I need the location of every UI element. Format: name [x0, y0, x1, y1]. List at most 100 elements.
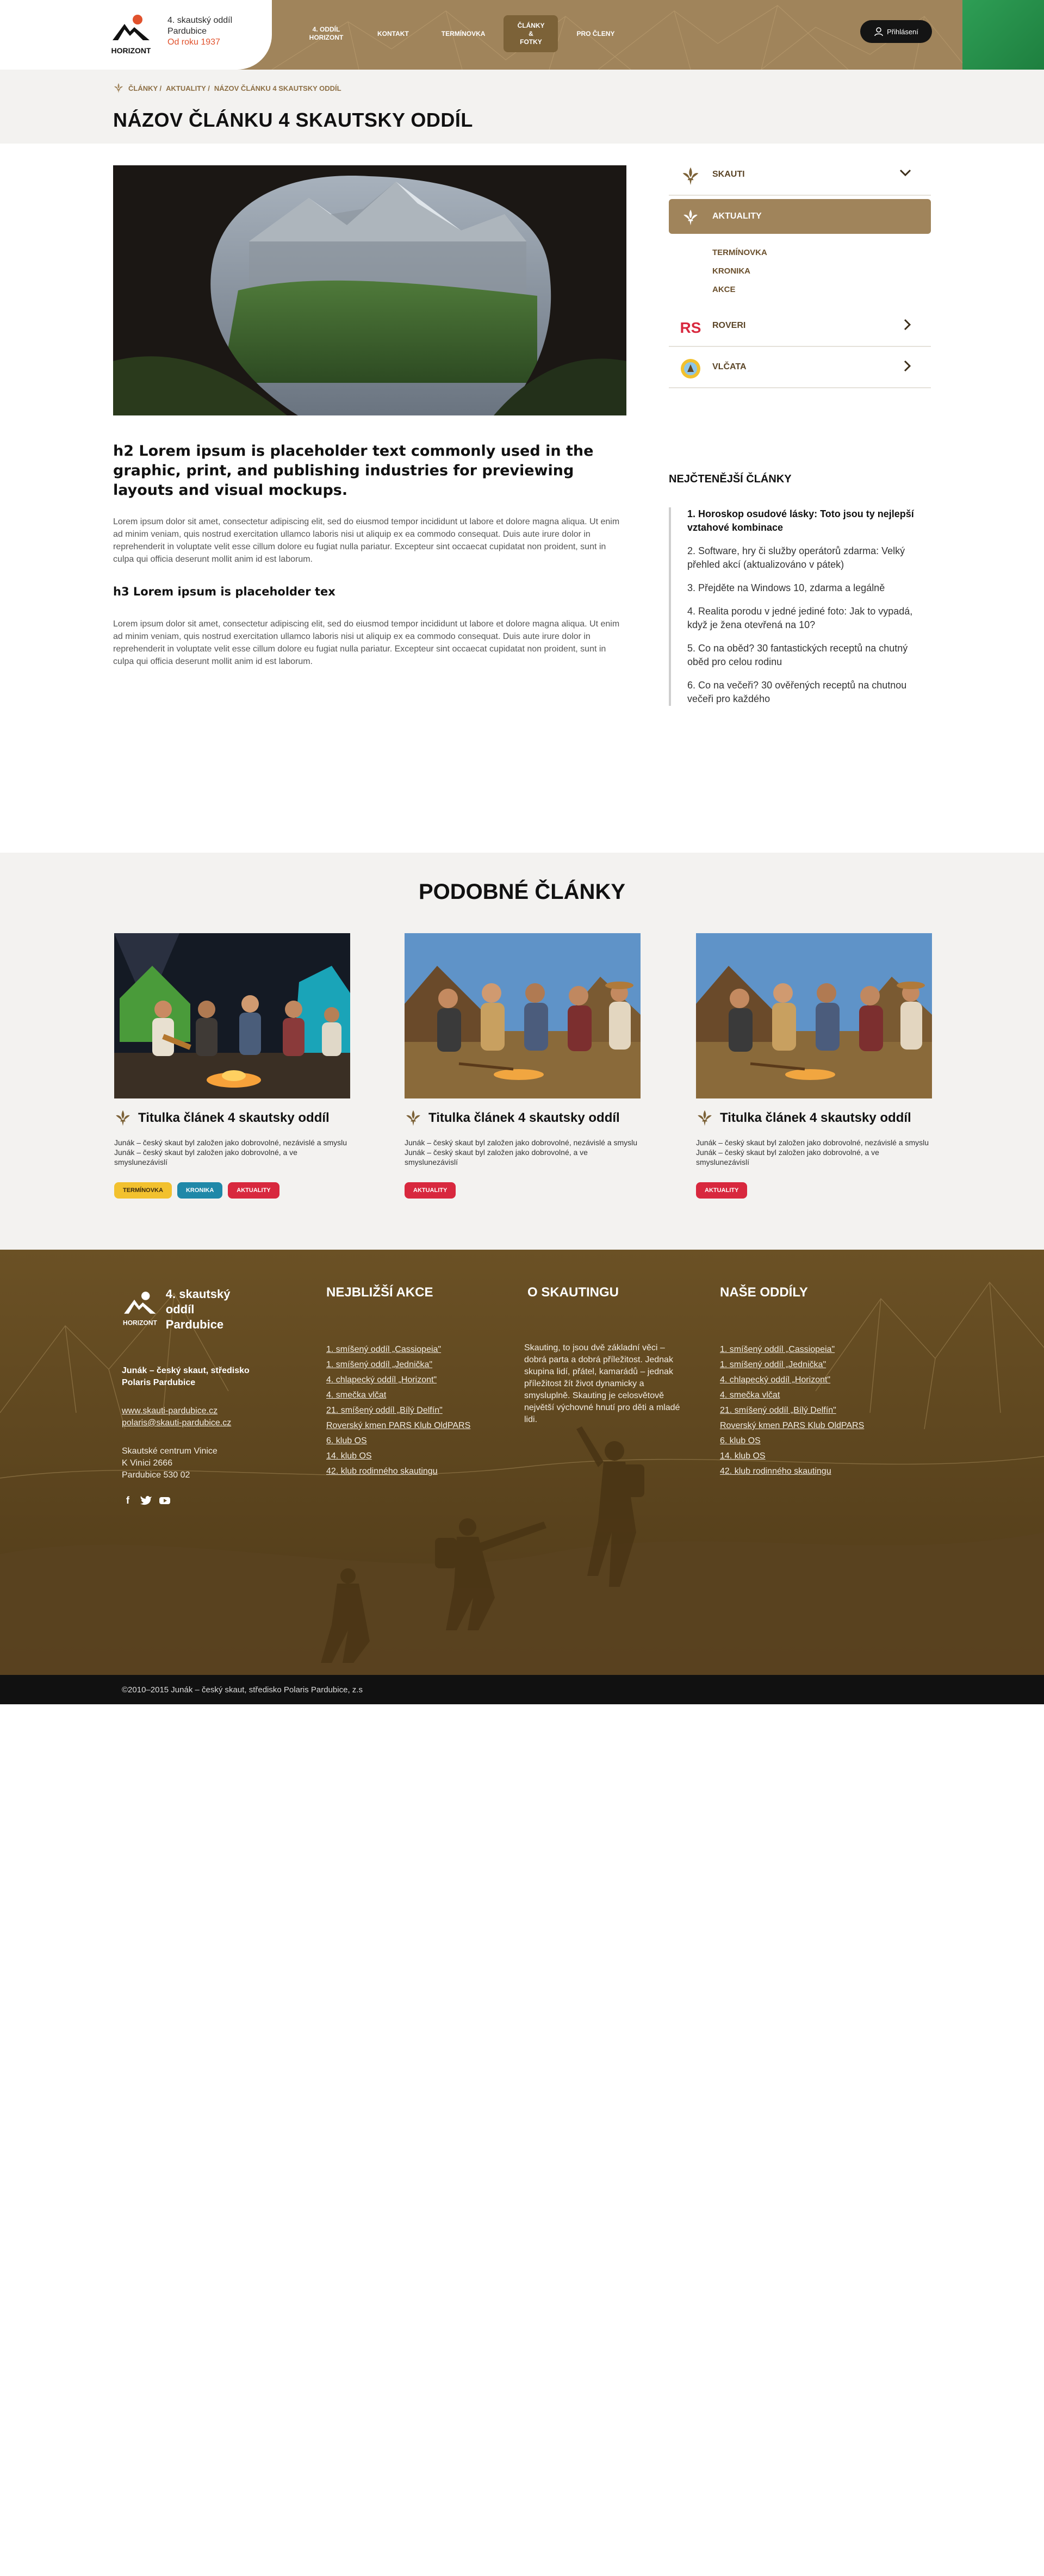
popular-item[interactable]: 5. Co na oběd? 30 fantastických receptů …	[687, 642, 931, 669]
subnav-terminovka[interactable]: Termínovka	[712, 244, 931, 262]
tag-aktuality[interactable]: Aktuality	[405, 1182, 456, 1199]
card-title[interactable]: Titulka článek 4 skautsky oddíl	[114, 1109, 350, 1127]
footer-event-link[interactable]: Roverský kmen PARS Klub OldPARS	[326, 1418, 489, 1433]
article-card[interactable]: Titulka článek 4 skautsky oddíl Junák – …	[114, 933, 350, 1199]
card-title-text: Titulka článek 4 skautsky oddíl	[138, 1110, 330, 1125]
breadcrumb-aktuality[interactable]: Aktuality /	[166, 84, 210, 92]
nav-item-oddil[interactable]: 4. oddíl Horizont	[294, 15, 359, 52]
youtube-icon[interactable]	[159, 1494, 171, 1506]
article-card[interactable]: Titulka článek 4 skautsky oddíl Junák – …	[696, 933, 932, 1199]
popular-item[interactable]: 6. Co na večeři? 30 ověřených receptů na…	[687, 679, 931, 706]
tag-aktuality[interactable]: Aktuality	[696, 1182, 748, 1199]
footer-unit-link[interactable]: 6. klub OS	[720, 1433, 894, 1449]
nav-item-clanky-fotky[interactable]: Články & fotky	[504, 15, 558, 52]
card-photo[interactable]	[696, 933, 932, 1098]
nav-item-terminovka[interactable]: Termínovka	[427, 15, 500, 52]
popular-item[interactable]: 2. Software, hry či služby operátorů zda…	[687, 544, 931, 572]
footer-unit-link[interactable]: 21. smíšený oddíl „Bílý Delfín"	[720, 1403, 894, 1418]
tag-kronika[interactable]: Kronika	[177, 1182, 223, 1199]
breadcrumb-clanky[interactable]: Články /	[128, 84, 161, 92]
footer-org-line-2: Pardubice	[165, 1318, 224, 1331]
footer-event-link[interactable]: 14. klub OS	[326, 1449, 489, 1464]
footer-unit-link[interactable]: Roverský kmen PARS Klub OldPARS	[720, 1418, 894, 1433]
sidebar-item-label: Skauti	[712, 170, 745, 179]
article-card[interactable]: Titulka článek 4 skautsky oddíl Junák – …	[405, 933, 641, 1199]
sidebar-item-skauti[interactable]: Skauti	[669, 154, 931, 196]
article-body: h2 Lorem ipsum is placeholder text commo…	[113, 442, 626, 668]
card-tags: Aktuality	[696, 1182, 932, 1199]
fleur-de-lis-icon	[406, 1110, 420, 1126]
footer-about-text: Skauting, to jsou dvě základní věci – do…	[524, 1343, 680, 1424]
chevron-down-icon[interactable]	[899, 167, 911, 180]
footer-unit-link[interactable]: 1. smíšený oddíl „Jednička"	[720, 1357, 894, 1373]
nav-item-pro-cleny[interactable]: Pro členy	[562, 15, 629, 52]
rs-logo-icon: RS	[680, 316, 701, 338]
subnav-kronika[interactable]: Kronika	[712, 262, 931, 281]
footer-unit-link[interactable]: 4. chlapecký oddíl „Horizont"	[720, 1373, 894, 1388]
since-year: Od roku 1937	[167, 38, 220, 47]
copyright-text: ©2010–2015 Junák – český skaut, středisk…	[122, 1685, 363, 1694]
horizont-logo[interactable]: HORIZONT	[111, 12, 151, 59]
card-photo[interactable]	[405, 933, 641, 1098]
nav-item-kontakt[interactable]: Kontakt	[363, 15, 423, 52]
footer-events-title: Nejbližší akce	[326, 1285, 433, 1300]
footer-unit-link[interactable]: 4. smečka vlčat	[720, 1388, 894, 1403]
card-photo[interactable]	[114, 933, 350, 1098]
horizont-logo[interactable]: HORIZONT	[122, 1289, 158, 1330]
card-title-text: Titulka článek 4 skautsky oddíl	[428, 1110, 620, 1125]
footer-event-link[interactable]: 4. chlapecký oddíl „Horizont"	[326, 1373, 489, 1388]
footer-event-link[interactable]: 1. smíšený oddíl „Cassiopeia"	[326, 1342, 489, 1357]
org-line-1: 4. skautský oddíl	[167, 16, 233, 25]
card-description: Junák – český skaut byl založen jako dob…	[696, 1138, 929, 1166]
footer-event-link[interactable]: 6. klub OS	[326, 1433, 489, 1449]
popular-articles: Nejčtenější články 1. Horoskop osudové l…	[669, 473, 931, 716]
card-title[interactable]: Titulka článek 4 skautsky oddíl	[696, 1109, 932, 1127]
footer-units-column: Naše oddíly 1. smíšený oddíl „Cassiopeia…	[720, 1286, 894, 1479]
footer-about-column: O skautingu Skauting, to jsou dvě základ…	[524, 1286, 687, 1426]
tag-aktuality[interactable]: Aktuality	[228, 1182, 279, 1199]
facebook-icon[interactable]: f	[122, 1494, 134, 1506]
breadcrumb-current: Názov článku 4 skautsky oddíl	[214, 84, 341, 92]
chevron-right-icon[interactable]	[904, 319, 911, 334]
card-title[interactable]: Titulka článek 4 skautsky oddíl	[405, 1109, 641, 1127]
footer-address-line: Pardubice 530 02	[122, 1470, 190, 1480]
logo-word: HORIZONT	[123, 1319, 157, 1326]
related-articles: Podobné články Titulka článek 4 skaut	[0, 853, 1044, 1250]
social-links: f	[122, 1494, 258, 1506]
article-hero-image	[113, 165, 626, 415]
footer-event-link[interactable]: 4. smečka vlčat	[326, 1388, 489, 1403]
footer-org-line-1: 4. skautský oddíl	[165, 1287, 231, 1316]
popular-item[interactable]: 4. Realita porodu v jedné jediné foto: J…	[687, 605, 931, 632]
footer-web-link[interactable]: www.skauti-pardubice.cz	[122, 1405, 258, 1417]
footer-unit-link[interactable]: 42. klub rodinného skautingu	[720, 1464, 894, 1479]
card-tags: Aktuality	[405, 1182, 641, 1199]
subnav-akce[interactable]: Akce	[712, 281, 931, 299]
sidebar-item-roveri[interactable]: RS Roveri	[669, 306, 931, 347]
tag-terminovka[interactable]: Termínovka	[114, 1182, 172, 1199]
popular-title: Nejčtenější články	[669, 473, 792, 485]
category-sidebar: Skauti Aktuality Termínovka Kronika Akce…	[669, 154, 931, 388]
card-title-text: Titulka článek 4 skautsky oddíl	[720, 1110, 911, 1125]
card-description: Junák – český skaut byl založen jako dob…	[114, 1138, 347, 1166]
popular-item[interactable]: 1. Horoskop osudové lásky: Toto jsou ty …	[687, 507, 931, 535]
sidebar-item-vlcata[interactable]: Vlčata	[669, 347, 931, 388]
login-button[interactable]: Přihlásení	[860, 20, 932, 43]
chevron-right-icon[interactable]	[904, 360, 911, 375]
sidebar-item-aktuality[interactable]: Aktuality	[669, 199, 931, 234]
footer-unit-link[interactable]: 1. smíšený oddíl „Cassiopeia"	[720, 1342, 894, 1357]
fleur-de-lis-icon	[114, 83, 123, 93]
footer-unit-link[interactable]: 14. klub OS	[720, 1449, 894, 1464]
header-green-accent	[962, 0, 1044, 70]
footer-org-column: HORIZONT 4. skautský oddíl Pardubice Jun…	[122, 1287, 258, 1506]
footer-email-link[interactable]: polaris@skauti-pardubice.cz	[122, 1417, 258, 1429]
popular-item[interactable]: 3. Přejděte na Windows 10, zdarma a legá…	[687, 581, 931, 595]
article-h2: h2 Lorem ipsum is placeholder text commo…	[113, 443, 594, 499]
footer-event-link[interactable]: 42. klub rodinného skautingu	[326, 1464, 489, 1479]
fleur-de-lis-icon	[680, 207, 701, 228]
fleur-de-lis-icon	[680, 165, 701, 187]
org-name: 4. skautský oddíl Pardubice Od roku 1937	[167, 15, 232, 48]
footer-event-link[interactable]: 21. smíšený oddíl „Bílý Delfín"	[326, 1403, 489, 1418]
footer-event-link[interactable]: 1. smíšený oddíl „Jednička"	[326, 1357, 489, 1373]
twitter-icon[interactable]	[140, 1494, 152, 1506]
card-description: Junák – český skaut byl založen jako dob…	[405, 1138, 637, 1166]
